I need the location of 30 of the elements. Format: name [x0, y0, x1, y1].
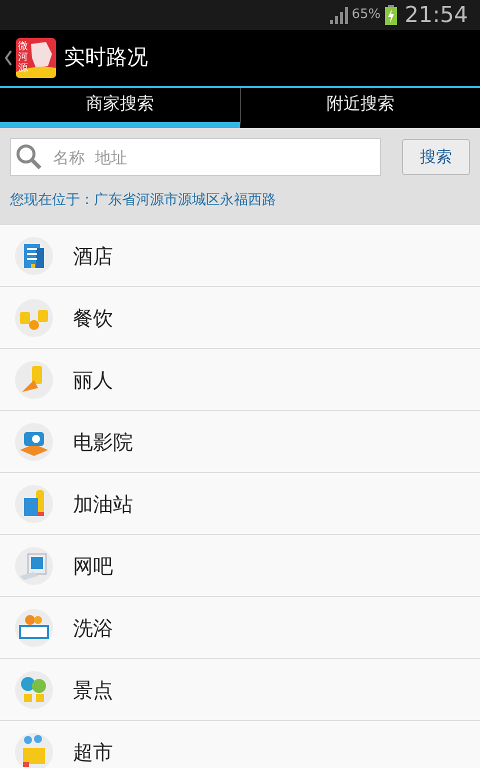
- battery-percent: 65%: [352, 6, 381, 24]
- category-label: 丽人: [73, 366, 113, 394]
- category-label: 加油站: [73, 490, 133, 518]
- current-location: 您现在位于：广东省河源市源城区永福西路: [10, 190, 276, 210]
- battery-charging-icon: [384, 5, 397, 25]
- category-label: 电影院: [73, 428, 133, 456]
- cinema-category-icon: [14, 422, 54, 462]
- category-label: 酒店: [73, 242, 113, 270]
- app-logo-icon: [16, 38, 56, 78]
- category-label: 网吧: [73, 552, 113, 580]
- clock: 21:54: [404, 2, 468, 30]
- hotel-category-icon: [14, 236, 54, 276]
- category-label: 景点: [73, 676, 113, 704]
- search-icon: [14, 142, 44, 172]
- category-label: 洗浴: [73, 614, 113, 642]
- search-button[interactable]: 搜索: [402, 139, 470, 175]
- bath-category-icon: [14, 608, 54, 648]
- market-category-icon: [14, 732, 54, 768]
- food-category-icon: [14, 298, 54, 338]
- search-field[interactable]: 名称 地址: [10, 138, 381, 176]
- screen-title: 实时路况: [64, 44, 148, 72]
- gas-category-icon: [14, 484, 54, 524]
- scenic-category-icon: [14, 670, 54, 710]
- signal-icon: [328, 6, 348, 24]
- category-label: 餐饮: [73, 304, 113, 332]
- category-item[interactable]: 超市: [0, 720, 480, 768]
- back-chevron-icon[interactable]: [4, 50, 12, 66]
- beauty-category-icon: [14, 360, 54, 400]
- category-label: 超市: [73, 738, 113, 766]
- netcafe-category-icon: [14, 546, 54, 586]
